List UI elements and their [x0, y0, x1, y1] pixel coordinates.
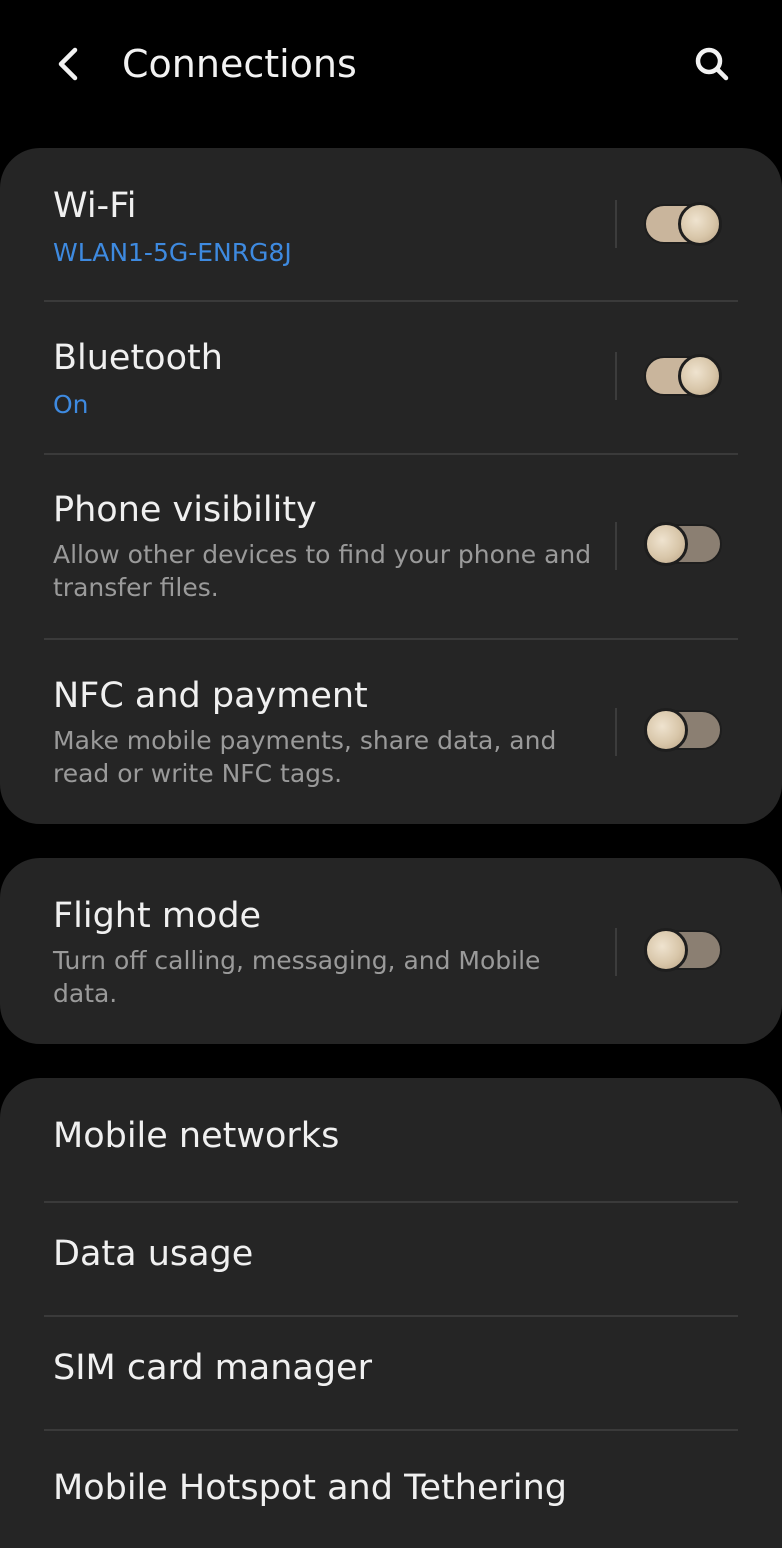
- data-usage-label: Data usage: [53, 1234, 254, 1274]
- divider: [615, 352, 617, 400]
- sim-card-manager-item[interactable]: SIM card manager: [0, 1338, 782, 1408]
- app-bar: Connections: [0, 0, 782, 128]
- flight-mode-card: Flight mode Turn off calling, messaging,…: [0, 858, 782, 1044]
- phone-visibility-toggle[interactable]: [644, 522, 722, 566]
- divider: [44, 1315, 738, 1317]
- search-icon: [695, 47, 729, 81]
- wifi-network-name: WLAN1-5G-ENRG8J: [53, 238, 292, 267]
- mobile-networks-item[interactable]: Mobile networks: [0, 1108, 782, 1178]
- search-button[interactable]: [684, 36, 740, 92]
- flight-mode-row[interactable]: Flight mode Turn off calling, messaging,…: [0, 892, 782, 1042]
- divider: [615, 928, 617, 976]
- data-usage-item[interactable]: Data usage: [0, 1224, 782, 1294]
- mobile-networks-label: Mobile networks: [53, 1116, 340, 1156]
- divider: [44, 1201, 738, 1203]
- flight-mode-toggle[interactable]: [644, 928, 722, 972]
- nfc-title: NFC and payment: [53, 676, 368, 716]
- divider: [44, 300, 738, 302]
- sim-card-manager-label: SIM card manager: [53, 1348, 372, 1388]
- divider: [44, 1429, 738, 1431]
- wifi-title: Wi-Fi: [53, 186, 137, 226]
- divider: [615, 200, 617, 248]
- bluetooth-status: On: [53, 390, 89, 419]
- more-connections-card: Mobile networks Data usage SIM card mana…: [0, 1078, 782, 1548]
- back-button[interactable]: [44, 36, 92, 92]
- flight-mode-description: Turn off calling, messaging, and Mobile …: [53, 946, 541, 1008]
- back-arrow-icon: [58, 47, 78, 81]
- divider: [44, 453, 738, 455]
- phone-visibility-description: Allow other devices to find your phone a…: [53, 540, 592, 602]
- wifi-row[interactable]: Wi-Fi WLAN1-5G-ENRG8J: [0, 180, 782, 300]
- bluetooth-title: Bluetooth: [53, 338, 223, 378]
- bluetooth-toggle[interactable]: [644, 354, 722, 398]
- mobile-hotspot-label: Mobile Hotspot and Tethering: [53, 1468, 567, 1508]
- divider: [44, 638, 738, 640]
- nfc-description: Make mobile payments, share data, and re…: [53, 726, 557, 788]
- divider: [615, 708, 617, 756]
- phone-visibility-row[interactable]: Phone visibility Allow other devices to …: [0, 486, 782, 636]
- nfc-toggle[interactable]: [644, 708, 722, 752]
- page-title: Connections: [122, 42, 357, 86]
- phone-visibility-title: Phone visibility: [53, 490, 317, 530]
- mobile-hotspot-item[interactable]: Mobile Hotspot and Tethering: [0, 1452, 782, 1532]
- bluetooth-row[interactable]: Bluetooth On: [0, 332, 782, 452]
- connections-card: Wi-Fi WLAN1-5G-ENRG8J Bluetooth On Phone…: [0, 148, 782, 824]
- wifi-toggle[interactable]: [644, 202, 722, 246]
- divider: [615, 522, 617, 570]
- nfc-row[interactable]: NFC and payment Make mobile payments, sh…: [0, 672, 782, 822]
- flight-mode-title: Flight mode: [53, 896, 262, 936]
